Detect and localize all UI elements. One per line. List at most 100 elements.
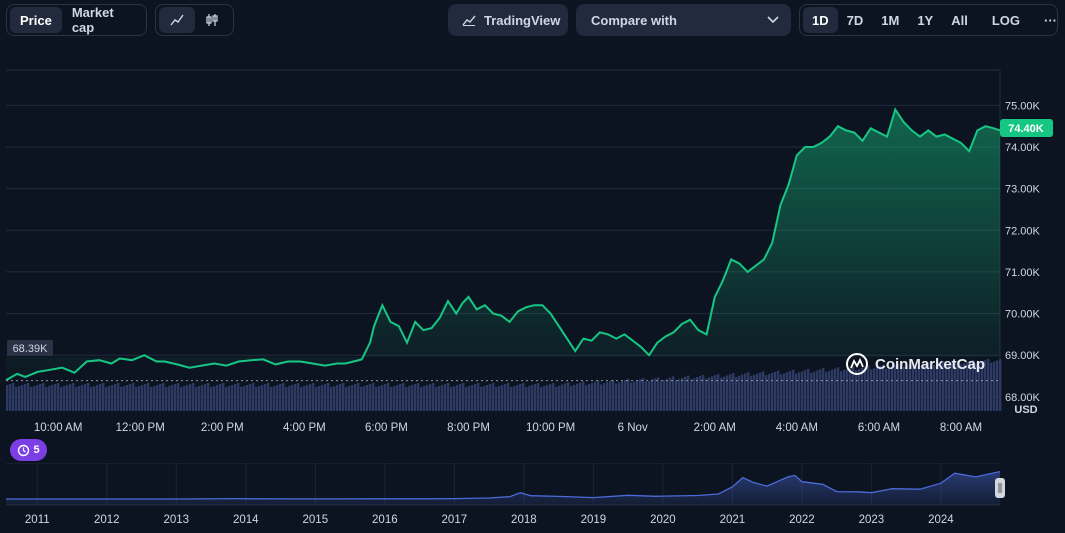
volume-bar [21,385,24,411]
volume-bar [996,360,999,411]
volume-bar [201,385,204,411]
volume-bar [216,385,219,411]
volume-bar [840,371,843,411]
volume-bar [81,385,84,411]
volume-bar [435,387,438,411]
volume-bar [309,384,312,411]
volume-bar [699,375,702,411]
volume-bar [663,379,666,411]
volume-bar [402,383,405,411]
volume-bar [519,384,522,411]
price-chart[interactable]: 68.00K 69.00K 70.00K 71.00K 72.00K 73.00K 74.0… [0,0,1065,440]
volume-bar [168,386,171,411]
volume-bar [294,384,297,411]
overview-year-label: 2020 [650,514,676,526]
y-tick-label: 73.00K [1005,184,1041,196]
volume-bar [456,385,459,411]
volume-bar [867,365,870,411]
volume-bar [777,370,780,411]
volume-bar [426,385,429,411]
volume-bar [834,368,837,411]
volume-bar [864,366,867,411]
volume-bar [78,386,81,411]
volume-bar [417,383,420,411]
volume-bar [747,372,750,411]
volume-bar [327,383,330,411]
volume-bar [111,385,114,411]
volume-bar [522,383,525,411]
volume-bar [855,370,858,411]
volume-bar [642,378,645,411]
volume-bar [657,377,660,411]
volume-bar [711,376,714,411]
overview-year-label: 2021 [720,514,746,526]
volume-bar [471,385,474,411]
volume-bar [333,386,336,411]
volume-bar [300,387,303,411]
volume-bar [615,383,618,411]
volume-bar [378,386,381,411]
volume-bar [990,362,993,411]
volume-bar [183,386,186,411]
open-price-label: 68.39K [13,343,49,355]
volume-bar [561,384,564,411]
volume-bar [105,387,108,411]
volume-bar [384,384,387,411]
volume-bar [453,386,456,411]
volume-bar [606,382,609,411]
volume-bar [432,383,435,411]
volume-bar [6,385,9,411]
volume-bar [405,387,408,411]
volume-bar [291,385,294,411]
volume-bar [351,385,354,411]
overview-year-label: 2024 [928,514,954,526]
volume-bar [138,386,141,411]
x-tick-label: 10:00 PM [526,422,575,434]
volume-bar [135,387,138,411]
history-clock-icon [18,444,30,456]
history-badge[interactable]: 5 [10,439,47,461]
volume-bar [801,371,804,411]
volume-bar [24,384,27,411]
volume-bar [465,387,468,411]
volume-bar [324,384,327,411]
volume-bar [390,387,393,411]
volume-bar [222,383,225,411]
overview-year-label: 2017 [442,514,468,526]
x-tick-label: 8:00 PM [447,422,490,434]
navigator-handle[interactable] [995,478,1005,498]
volume-bar [504,384,507,411]
volume-bar [198,386,201,411]
volume-bar [126,385,129,411]
volume-bar [768,374,771,411]
volume-bar [636,380,639,411]
volume-bar [15,387,18,411]
overview-year-label: 2011 [25,514,50,526]
volume-bar [564,383,567,411]
x-tick-label: 12:00 PM [116,422,165,434]
watermark-text: CoinMarketCap [875,356,985,373]
volume-bar [153,386,156,411]
x-tick-label: 4:00 AM [776,422,818,434]
volume-bar [735,376,738,411]
volume-bar [108,386,111,411]
volume-bar [525,387,528,411]
volume-bar [93,386,96,411]
volume-bar [573,384,576,411]
volume-bar [534,384,537,411]
volume-bar [900,367,903,411]
volume-bar [738,375,741,411]
volume-bar [336,385,339,411]
volume-bar [204,384,207,411]
volume-bar [483,386,486,411]
overview-year-label: 2019 [581,514,607,526]
volume-bar [288,386,291,411]
volume-bar [756,373,759,411]
volume-bar [651,379,654,411]
volume-bar [90,387,93,411]
volume-unit-label: USD [1014,404,1037,416]
volume-bar [654,378,657,411]
volume-bar [180,387,183,411]
overview-navigator[interactable]: 2011 2012 2013 2014 2015 2016 2017 2018 2019 2020… [0,463,1065,533]
history-count: 5 [33,444,40,456]
